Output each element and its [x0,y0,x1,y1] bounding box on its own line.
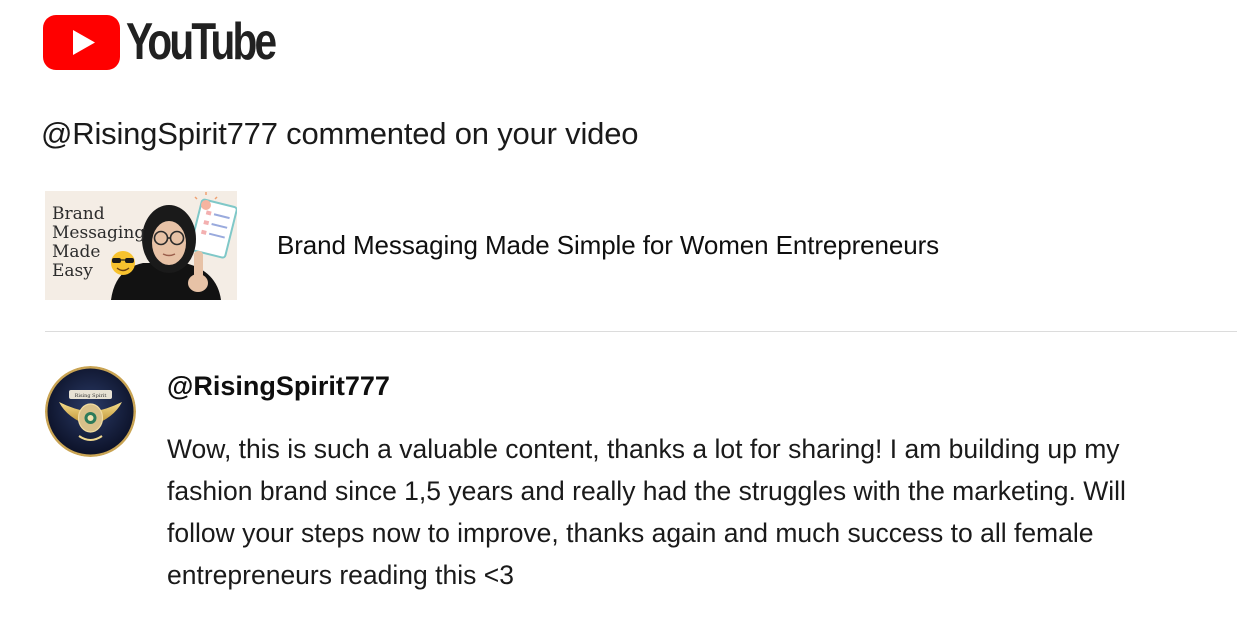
svg-text:Rising Spirit: Rising Spirit [75,393,107,399]
comment-line: Wow, this is such a valuable content, th… [167,434,1120,464]
thumbnail-line: Easy [52,261,93,281]
video-title-link[interactable]: Brand Messaging Made Simple for Women En… [277,230,939,261]
youtube-play-icon [43,14,120,70]
comment-line: fashion brand since 1,5 years and really… [167,476,1126,506]
thumbnail-caption: Brand Messaging Made Easy [52,205,145,281]
youtube-wordmark: YouTube [126,13,277,71]
comment-text: Wow, this is such a valuable content, th… [167,428,1207,596]
thumbnail-line: Brand [52,204,105,224]
youtube-logo[interactable]: YouTube [43,14,316,70]
avatar-image: Rising Spirit [45,366,136,457]
thumbnail-line: Messaging [52,223,146,243]
divider [45,331,1237,332]
video-thumbnail[interactable]: Brand Messaging Made Easy [45,191,237,300]
comment-line: entrepreneurs reading this <3 [167,560,514,590]
notification-headline: @RisingSpirit777 commented on your video [41,116,639,151]
comment-author[interactable]: @RisingSpirit777 [167,371,390,402]
thumbnail-line: Made [52,242,101,262]
avatar[interactable]: Rising Spirit [45,366,136,457]
comment-line: follow your steps now to improve, thanks… [167,518,1094,548]
video-row[interactable]: Brand Messaging Made Easy Brand Messagin… [45,191,939,300]
